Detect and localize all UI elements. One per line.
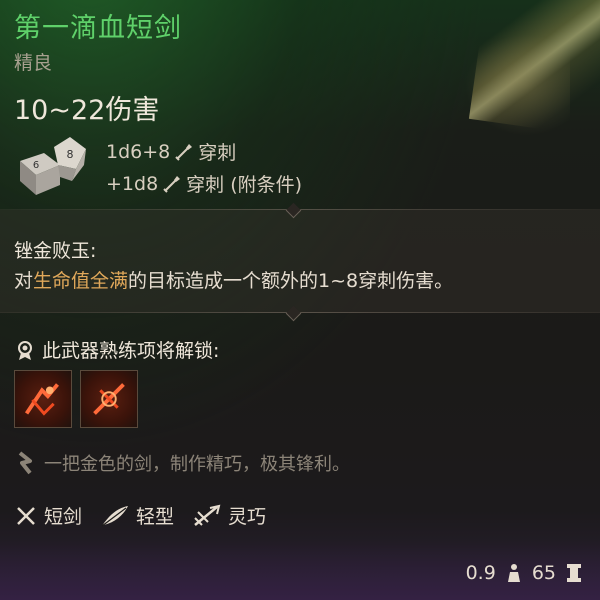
passive-description: 对生命值全满的目标造成一个额外的1~8穿刺伤害。 [14, 270, 454, 292]
weapon-properties: 短剑 轻型 灵巧 [14, 502, 266, 529]
section-divider [0, 202, 600, 219]
flavor-text: 一把金色的剑，制作精巧，极其锋利。 [14, 450, 350, 476]
quill-icon [18, 451, 32, 475]
item-artwork-glow [460, 30, 570, 140]
piercing-icon [175, 143, 193, 161]
damage-type: 穿刺 [198, 142, 237, 164]
short-sword-icon [17, 506, 35, 525]
feather-icon [101, 505, 129, 526]
weight-icon [507, 564, 520, 582]
gold-coin-icon [567, 564, 581, 582]
item-weight: 0.9 [465, 562, 496, 584]
dice-roll: +1d8 [106, 172, 159, 195]
weapon-action-icon[interactable] [14, 370, 72, 428]
svg-text:8: 8 [67, 148, 74, 161]
weapon-action-icon[interactable] [80, 370, 138, 428]
proficiency-header: 此武器熟练项将解锁: [14, 336, 219, 363]
item-footer: 0.9 65 [466, 562, 584, 584]
property-finesse[interactable]: 灵巧 [192, 502, 266, 529]
proficiency-medal-icon [18, 340, 32, 360]
dice-icon: 6 8 [20, 137, 86, 195]
damage-range: 10~22伤害 [14, 95, 160, 126]
piercing-icon [163, 175, 181, 193]
section-divider [0, 305, 600, 322]
svg-text:6: 6 [33, 160, 39, 171]
item-name: 第一滴血短剑 [14, 13, 182, 44]
passive-name: 锉金败玉: [14, 240, 97, 262]
property-short-sword[interactable]: 短剑 [14, 502, 82, 529]
finesse-icon [194, 504, 221, 526]
damage-dice-primary: 1d6+8 穿刺 [106, 138, 236, 165]
damage-dice-conditional: +1d8 穿刺 (附条件) [106, 170, 302, 197]
dice-roll: 1d6+8 [106, 140, 171, 163]
item-rarity: 精良 [14, 52, 53, 74]
damage-type: 穿刺 (附条件) [186, 174, 303, 196]
property-light[interactable]: 轻型 [100, 502, 174, 529]
item-price: 65 [531, 562, 556, 584]
passive-highlight: 生命值全满 [33, 270, 129, 292]
passive-dice: 1~8 [318, 270, 359, 292]
